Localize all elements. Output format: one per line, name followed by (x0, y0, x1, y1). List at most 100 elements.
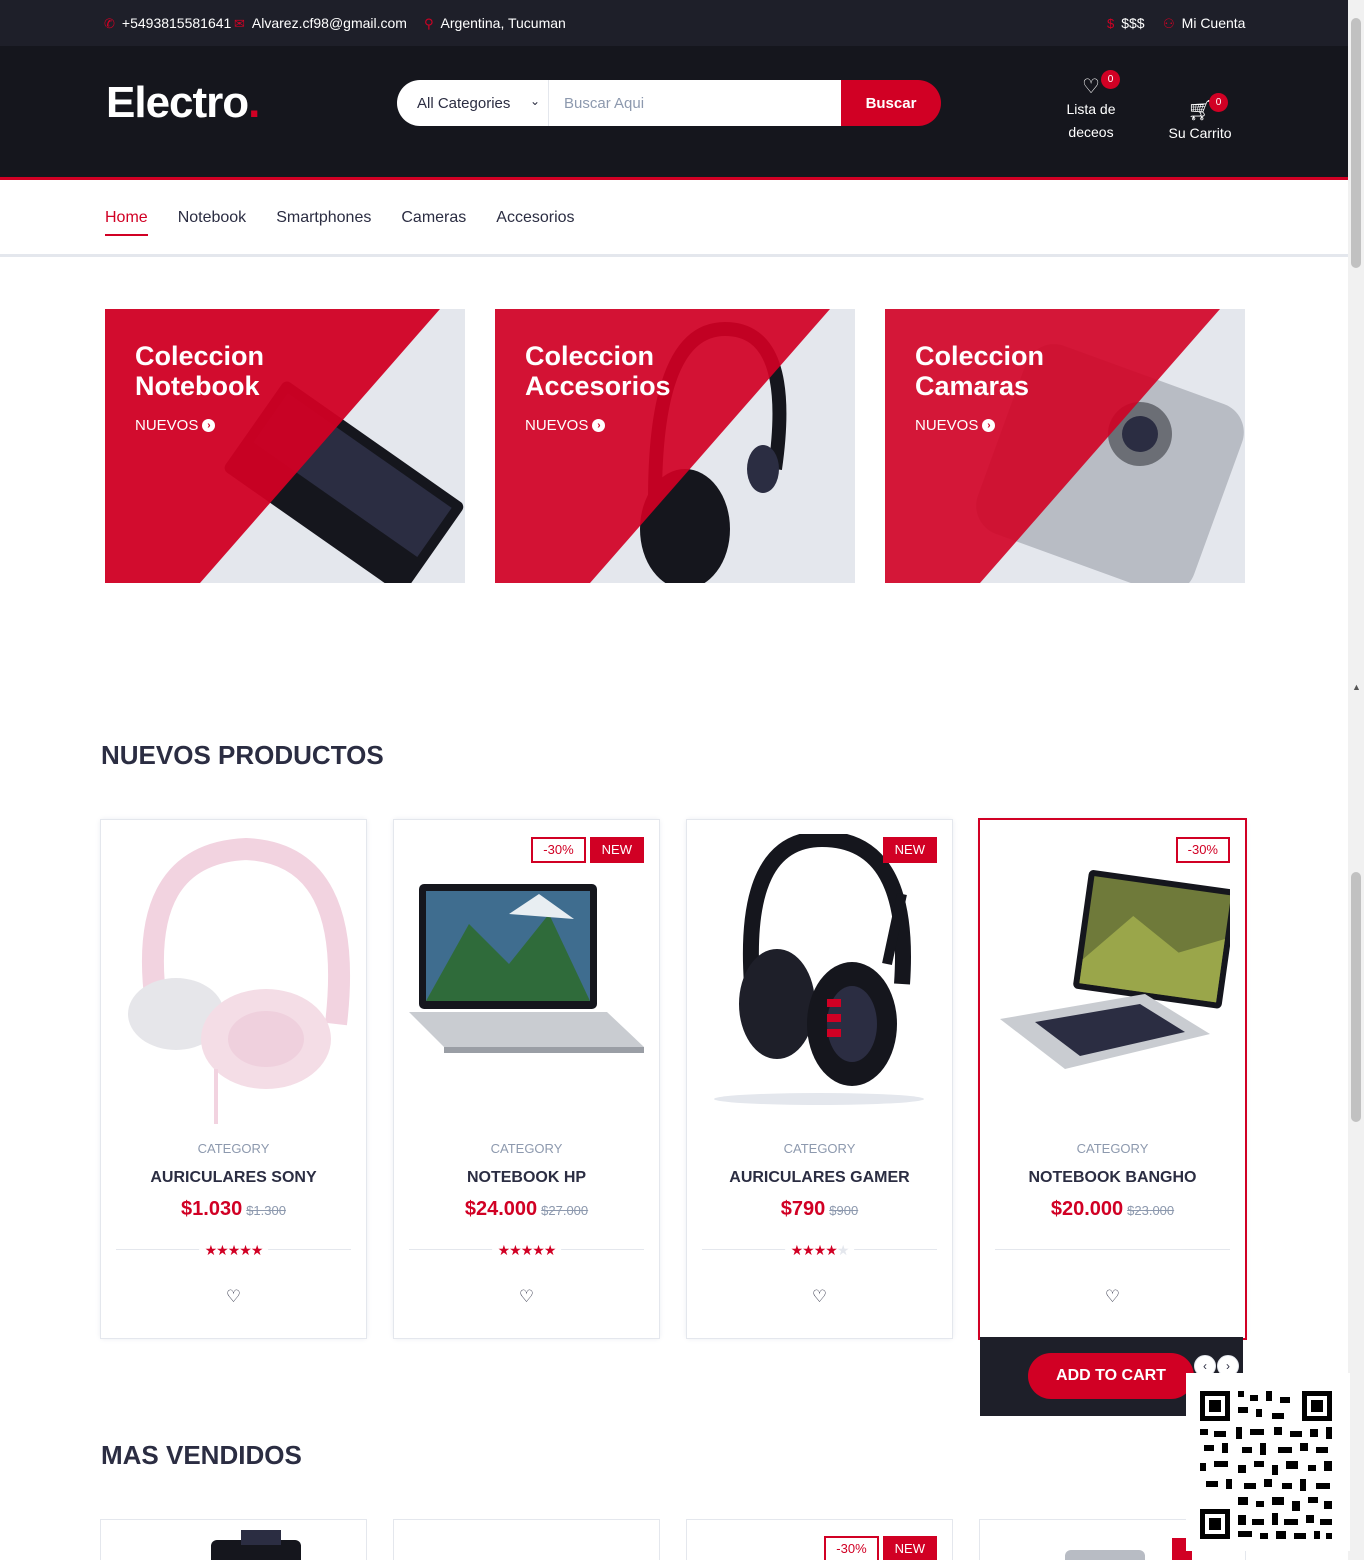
product-name[interactable]: AURICULARES GAMER (687, 1169, 952, 1187)
rating-stars: ★★★★★ (491, 1242, 562, 1259)
new-label: NEW (882, 837, 937, 863)
product-card[interactable]: -30% NEW CATEGORY NOTEBOOK HP $24.000 $27… (394, 820, 659, 1338)
heart-icon[interactable]: ♡ (980, 1287, 1245, 1307)
scroll-up-arrow-icon[interactable]: ▲ (1352, 682, 1361, 692)
account-text: Mi Cuenta (1181, 15, 1246, 31)
email-text: Alvarez.cf98@gmail.com (251, 15, 407, 31)
main-nav: Home Notebook Smartphones Cameras Acceso… (0, 183, 1348, 257)
new-label: NEW (882, 1536, 937, 1560)
cart-link[interactable]: 🛒︎ Su Carrito 0 (1164, 93, 1236, 145)
product-card[interactable]: -30% NEW (687, 1520, 952, 1560)
collection-cta[interactable]: NUEVOS › (135, 417, 216, 434)
collection-camaras[interactable]: Coleccion Camaras NUEVOS › (885, 309, 1245, 583)
product-old-price: $1.300 (246, 1203, 286, 1218)
search-button[interactable]: Buscar (841, 80, 941, 126)
heart-icon[interactable]: ♡ (394, 1287, 659, 1307)
product-name[interactable]: NOTEBOOK HP (394, 1169, 659, 1187)
product-name[interactable]: AURICULARES SONY (101, 1169, 366, 1187)
sale-label: -30% (824, 1536, 879, 1560)
product-category: CATEGORY (783, 1141, 856, 1156)
product-card[interactable]: -30% CATEGORY NOTEBOOK BANGHO $20.000 $23… (980, 820, 1245, 1338)
scrollbar-thumb-inner[interactable] (1351, 872, 1361, 1122)
category-select[interactable]: All Categories ⌄ (397, 80, 549, 126)
product-category: CATEGORY (197, 1141, 270, 1156)
nav-item-smartphones[interactable]: Smartphones (276, 209, 371, 233)
wishlist-link[interactable]: ♡ Lista de deceos 0 (1061, 70, 1121, 144)
product-old-price: $27.000 (541, 1203, 589, 1218)
product-name[interactable]: NOTEBOOK BANGHO (980, 1169, 1245, 1187)
rating-stars: ★★★★★ (198, 1242, 269, 1259)
product-card[interactable]: CATEGORY AURICULARES SONY $1.030 $1.300 ★… (101, 820, 366, 1338)
heart-icon[interactable]: ♡ (101, 1287, 366, 1307)
cart-label: Su Carrito (1168, 125, 1232, 141)
wishlist-count-badge: 0 (1101, 70, 1120, 89)
scrollbar-thumb[interactable] (1351, 18, 1361, 268)
collection-title: Coleccion Accesorios (525, 341, 671, 401)
map-marker-icon: ⚲ (424, 15, 434, 31)
product-image-notebook-hp (409, 884, 644, 1053)
product-card[interactable] (394, 1520, 659, 1560)
product-labels: -30% (1175, 837, 1230, 863)
logo[interactable]: Electro. (106, 78, 260, 128)
arrow-circle-right-icon: › (202, 419, 216, 432)
account-link[interactable]: ⚇ Mi Cuenta (1163, 15, 1245, 31)
product-price: $20.000 $23.000 (1050, 1198, 1175, 1220)
currency-text: $$$ (1121, 15, 1145, 31)
separator (995, 1249, 1230, 1250)
nav-item-accesorios[interactable]: Accesorios (496, 209, 574, 233)
logo-dot: . (248, 78, 260, 127)
product-image-notebook-bangho (1000, 870, 1230, 1069)
new-label: NEW (589, 837, 644, 863)
collection-cta[interactable]: NUEVOS › (915, 417, 996, 434)
search-form: All Categories ⌄ Buscar (397, 80, 941, 126)
page-scrollbar[interactable]: ▲ (1348, 0, 1364, 1560)
product-labels: -30% NEW (531, 837, 644, 863)
product-card[interactable]: NEW CATEGORY AURICULARES GAMER $790 $900 … (687, 820, 952, 1338)
phone-text: +5493815581641 (121, 15, 232, 31)
product-old-price: $900 (829, 1203, 859, 1218)
sale-label: -30% (1175, 837, 1230, 863)
collection-accesorios[interactable]: Coleccion Accesorios NUEVOS › (495, 309, 855, 583)
header-location[interactable]: ⚲ Argentina, Tucuman (424, 15, 566, 31)
heart-icon[interactable]: ♡ (687, 1287, 952, 1307)
phone-icon: ✆ (104, 15, 115, 31)
product-labels: NEW (882, 837, 937, 863)
qr-code-image (1186, 1373, 1350, 1551)
envelope-icon: ✉ (234, 15, 245, 31)
dollar-icon: $ (1107, 15, 1115, 31)
header-email[interactable]: ✉ Alvarez.cf98@gmail.com (234, 15, 407, 31)
chevron-down-icon: ⌄ (529, 94, 540, 108)
add-to-cart-button[interactable]: ADD TO CART (1028, 1353, 1194, 1399)
product-price: $1.030 $1.300 (181, 1198, 286, 1220)
product-category: CATEGORY (1076, 1141, 1149, 1156)
category-select-value: All Categories (417, 94, 511, 112)
product-card[interactable] (101, 1520, 366, 1560)
nav-item-home[interactable]: Home (105, 209, 148, 236)
arrow-circle-right-icon: › (592, 419, 606, 432)
wishlist-label-1: Lista de (1066, 101, 1116, 117)
location-text: Argentina, Tucuman (440, 15, 566, 31)
collection-title: Coleccion Notebook (135, 341, 265, 401)
product-image-headphones-gamer (714, 834, 924, 1105)
header-phone[interactable]: ✆ +5493815581641 (104, 15, 231, 31)
nav-item-notebook[interactable]: Notebook (178, 209, 247, 233)
product-image-camera (211, 1530, 301, 1560)
product-price: $24.000 $27.000 (464, 1198, 589, 1220)
collection-cta[interactable]: NUEVOS › (525, 417, 606, 434)
product-old-price: $23.000 (1127, 1203, 1175, 1218)
product-labels: -30% NEW (824, 1536, 937, 1560)
search-input[interactable] (549, 80, 841, 126)
user-icon: ⚇ (1163, 15, 1175, 31)
currency-link[interactable]: $ $$$ (1107, 15, 1145, 31)
collection-notebook[interactable]: Coleccion Notebook NUEVOS › (105, 309, 465, 583)
collection-title: Coleccion Camaras (915, 341, 1045, 401)
main-header: Electro. All Categories ⌄ Buscar ♡ Lista… (0, 46, 1348, 180)
product-image-headphones-pink (128, 837, 350, 1124)
top-bar: ✆ +5493815581641 ✉ Alvarez.cf98@gmail.co… (0, 0, 1348, 46)
logo-text: Electro (106, 78, 249, 127)
rating-stars: ★★★★★ (784, 1242, 855, 1259)
arrow-circle-right-icon: › (982, 419, 996, 432)
product-price: $790 $900 (780, 1198, 859, 1220)
product-category: CATEGORY (490, 1141, 563, 1156)
nav-item-cameras[interactable]: Cameras (401, 209, 466, 233)
